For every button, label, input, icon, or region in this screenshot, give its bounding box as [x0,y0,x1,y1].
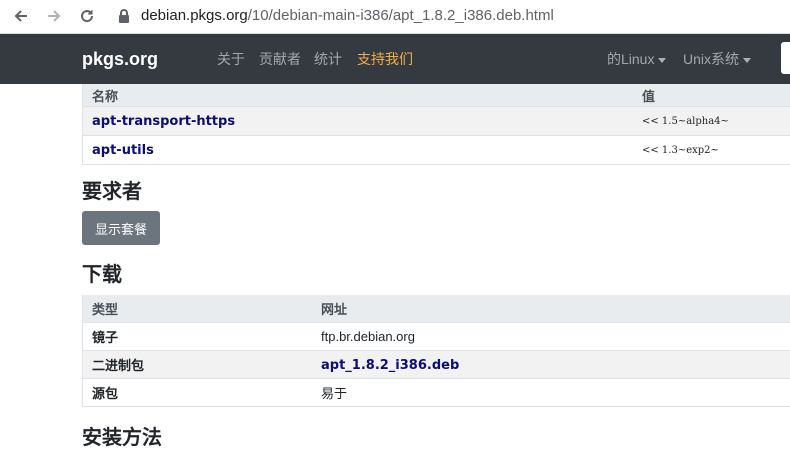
table-row: apt-utils << 1.3~exp2~ [82,135,790,165]
menu-unix-label: Unix系统 [683,51,740,67]
section-title-required-by: 要求者 [82,181,142,203]
source-package-value: 易于 [312,378,790,407]
version-constraint: << 1.3~exp2~ [633,135,790,165]
binary-package-link[interactable]: apt_1.8.2_i386.deb [312,350,790,379]
table-row: 二进制包 apt_1.8.2_i386.deb [82,350,790,379]
site-navbar: pkgs.org 关于 贡献者 统计 支持我们 的Linux Unix系统 [0,34,790,84]
search-input[interactable] [781,42,790,74]
nav-link-about[interactable]: 关于 [217,50,245,68]
column-header-value: 值 [633,84,790,107]
nav-link-contributors[interactable]: 贡献者 [259,50,301,68]
version-constraint: << 1.5~alpha4~ [633,106,790,136]
column-header-url: 网址 [312,295,790,323]
browser-toolbar: debian.pkgs.org/10/debian-main-i386/apt_… [0,0,790,34]
table-header-row: 类型 网址 [82,295,790,323]
brand-logo[interactable]: pkgs.org [82,48,158,70]
download-type: 源包 [82,378,312,407]
package-link[interactable]: apt-transport-https [82,106,633,136]
back-arrow-icon[interactable] [9,4,33,28]
caret-down-icon [658,57,667,63]
url-path: /10/debian-main-i386/apt_1.8.2_i386.deb.… [247,7,554,24]
package-name[interactable]: apt-utils [92,143,154,158]
binary-package-name[interactable]: apt_1.8.2_i386.deb [321,358,459,373]
address-bar[interactable]: debian.pkgs.org/10/debian-main-i386/apt_… [141,6,554,26]
package-name[interactable]: apt-transport-https [92,114,235,129]
url-host: debian.pkgs.org [141,7,248,24]
caret-down-icon [743,57,752,63]
nav-link-stats[interactable]: 统计 [314,50,342,68]
show-packages-button[interactable]: 显示套餐 [82,211,160,245]
menu-unix[interactable]: Unix系统 [683,50,752,68]
menu-linux[interactable]: 的Linux [607,50,667,68]
column-header-name: 名称 [82,84,633,107]
section-title-install: 安装方法 [82,427,162,449]
mirror-url: ftp.br.debian.org [312,322,790,351]
table-row: 源包 易于 [82,378,790,407]
table-row: apt-transport-https << 1.5~alpha4~ [82,106,790,136]
section-title-download: 下载 [82,264,122,286]
forward-arrow-icon[interactable] [42,4,66,28]
column-header-type: 类型 [82,295,312,323]
download-type: 镜子 [82,322,312,351]
menu-linux-label: 的Linux [607,51,655,67]
package-link[interactable]: apt-utils [82,135,633,165]
table-row: 镜子 ftp.br.debian.org [82,322,790,351]
reload-icon[interactable] [75,4,99,28]
table-header-row: 名称 值 [82,84,790,107]
lock-icon [117,8,131,24]
download-table: 类型 网址 镜子 ftp.br.debian.org 二进制包 apt_1.8.… [82,295,790,407]
download-type: 二进制包 [82,350,312,379]
provides-table: 名称 值 apt-transport-https << 1.5~alpha4~ … [82,84,790,165]
nav-link-support[interactable]: 支持我们 [357,50,413,68]
